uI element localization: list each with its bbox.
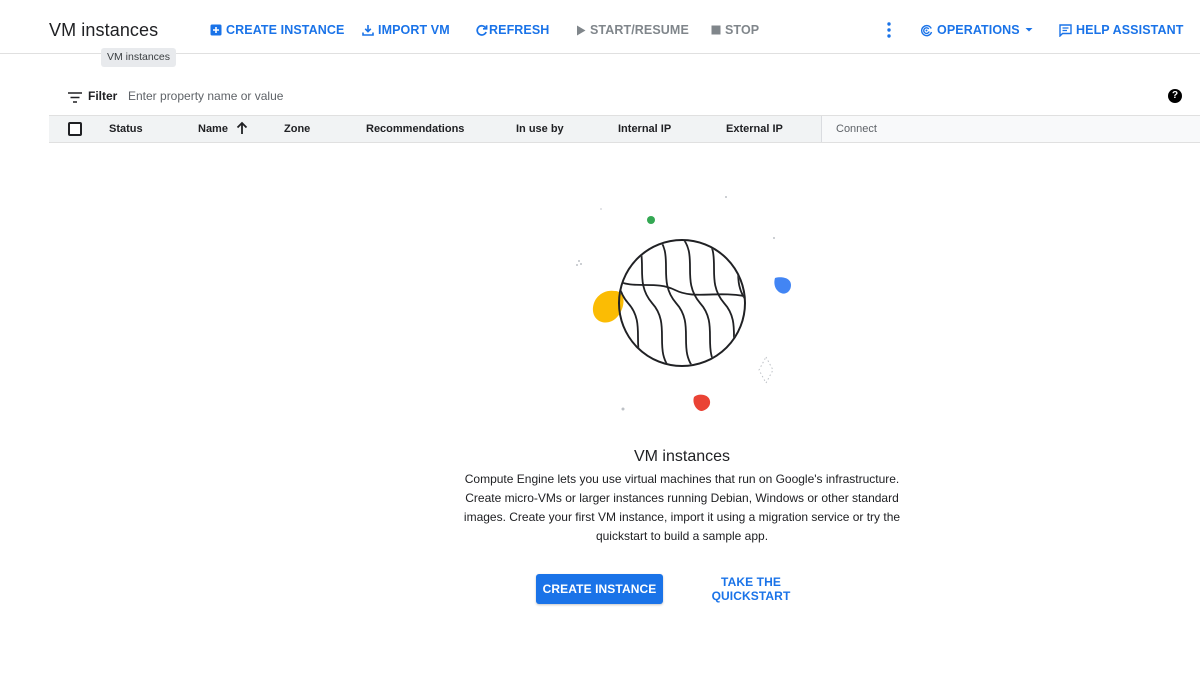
dropdown-arrow-icon [1024, 27, 1034, 33]
green-dot [647, 216, 655, 224]
globe-wave [727, 241, 744, 365]
decor-dot [578, 260, 580, 262]
column-external-ip[interactable]: External IP [726, 123, 783, 135]
table-header: Status Name Zone Recommendations In use … [49, 115, 1200, 143]
filter-input[interactable] [128, 86, 728, 106]
column-status[interactable]: Status [109, 123, 143, 135]
play-icon [576, 25, 586, 36]
refresh-button[interactable]: REFRESH [475, 23, 549, 37]
decor-dot [576, 264, 578, 266]
chat-icon [1059, 23, 1072, 37]
decor-dot [773, 237, 775, 239]
operations-button[interactable]: OPERATIONS [920, 23, 1034, 37]
create-instance-primary-button[interactable]: CREATE INSTANCE [536, 574, 663, 604]
start-resume-button[interactable]: START/RESUME [576, 23, 689, 37]
operations-icon [920, 24, 933, 37]
decor-dot [621, 407, 625, 411]
create-instance-button[interactable]: CREATE INSTANCE [210, 23, 344, 37]
operations-label: OPERATIONS [937, 23, 1020, 37]
filter-bar: Filter ? [49, 84, 1189, 108]
refresh-label: REFRESH [489, 23, 550, 37]
download-icon [362, 24, 374, 36]
import-vm-label: IMPORT VM [378, 23, 450, 37]
refresh-icon [475, 24, 488, 37]
column-zone[interactable]: Zone [284, 123, 310, 135]
globe-wave [620, 279, 744, 298]
column-internal-ip[interactable]: Internal IP [618, 123, 671, 135]
top-toolbar: VM instances CREATE INSTANCE IMPORT VM R… [0, 0, 1200, 54]
decor-dot [580, 263, 582, 265]
add-box-icon [210, 24, 222, 36]
help-assistant-label: HELP ASSISTANT [1076, 23, 1184, 37]
empty-state-title: VM instances [633, 448, 731, 465]
take-quickstart-button[interactable]: TAKE THE QUICKSTART [680, 574, 822, 604]
column-connect: Connect [836, 123, 877, 135]
create-instance-label: CREATE INSTANCE [226, 23, 345, 37]
select-all-checkbox[interactable] [68, 122, 82, 136]
blue-blob [774, 277, 791, 294]
decor-dot [600, 208, 602, 210]
globe-outline [618, 239, 746, 367]
start-resume-label: START/RESUME [590, 23, 689, 37]
help-icon[interactable]: ? [1168, 89, 1182, 103]
filter-icon [68, 90, 82, 108]
stop-button[interactable]: STOP [711, 23, 759, 37]
filter-label: Filter [88, 89, 118, 103]
help-assistant-button[interactable]: HELP ASSISTANT [1059, 23, 1183, 37]
dotted-diamond-shape [758, 355, 774, 385]
stop-label: STOP [725, 23, 760, 37]
import-vm-button[interactable]: IMPORT VM [362, 23, 450, 37]
sort-ascending-icon[interactable] [236, 121, 248, 140]
column-connect-cell: Connect [821, 116, 1200, 142]
title-tooltip: VM instances [101, 48, 177, 67]
more-options-icon[interactable] [884, 21, 894, 39]
empty-state-illustration [560, 185, 800, 425]
decor-dot [725, 196, 727, 198]
column-in-use-by[interactable]: In use by [516, 123, 564, 135]
column-name[interactable]: Name [198, 123, 228, 135]
empty-state-description: Compute Engine lets you use virtual mach… [463, 472, 901, 543]
page-title: VM instances [49, 20, 159, 40]
column-recommendations[interactable]: Recommendations [366, 123, 464, 135]
red-blob [693, 394, 711, 411]
stop-icon [711, 25, 721, 35]
